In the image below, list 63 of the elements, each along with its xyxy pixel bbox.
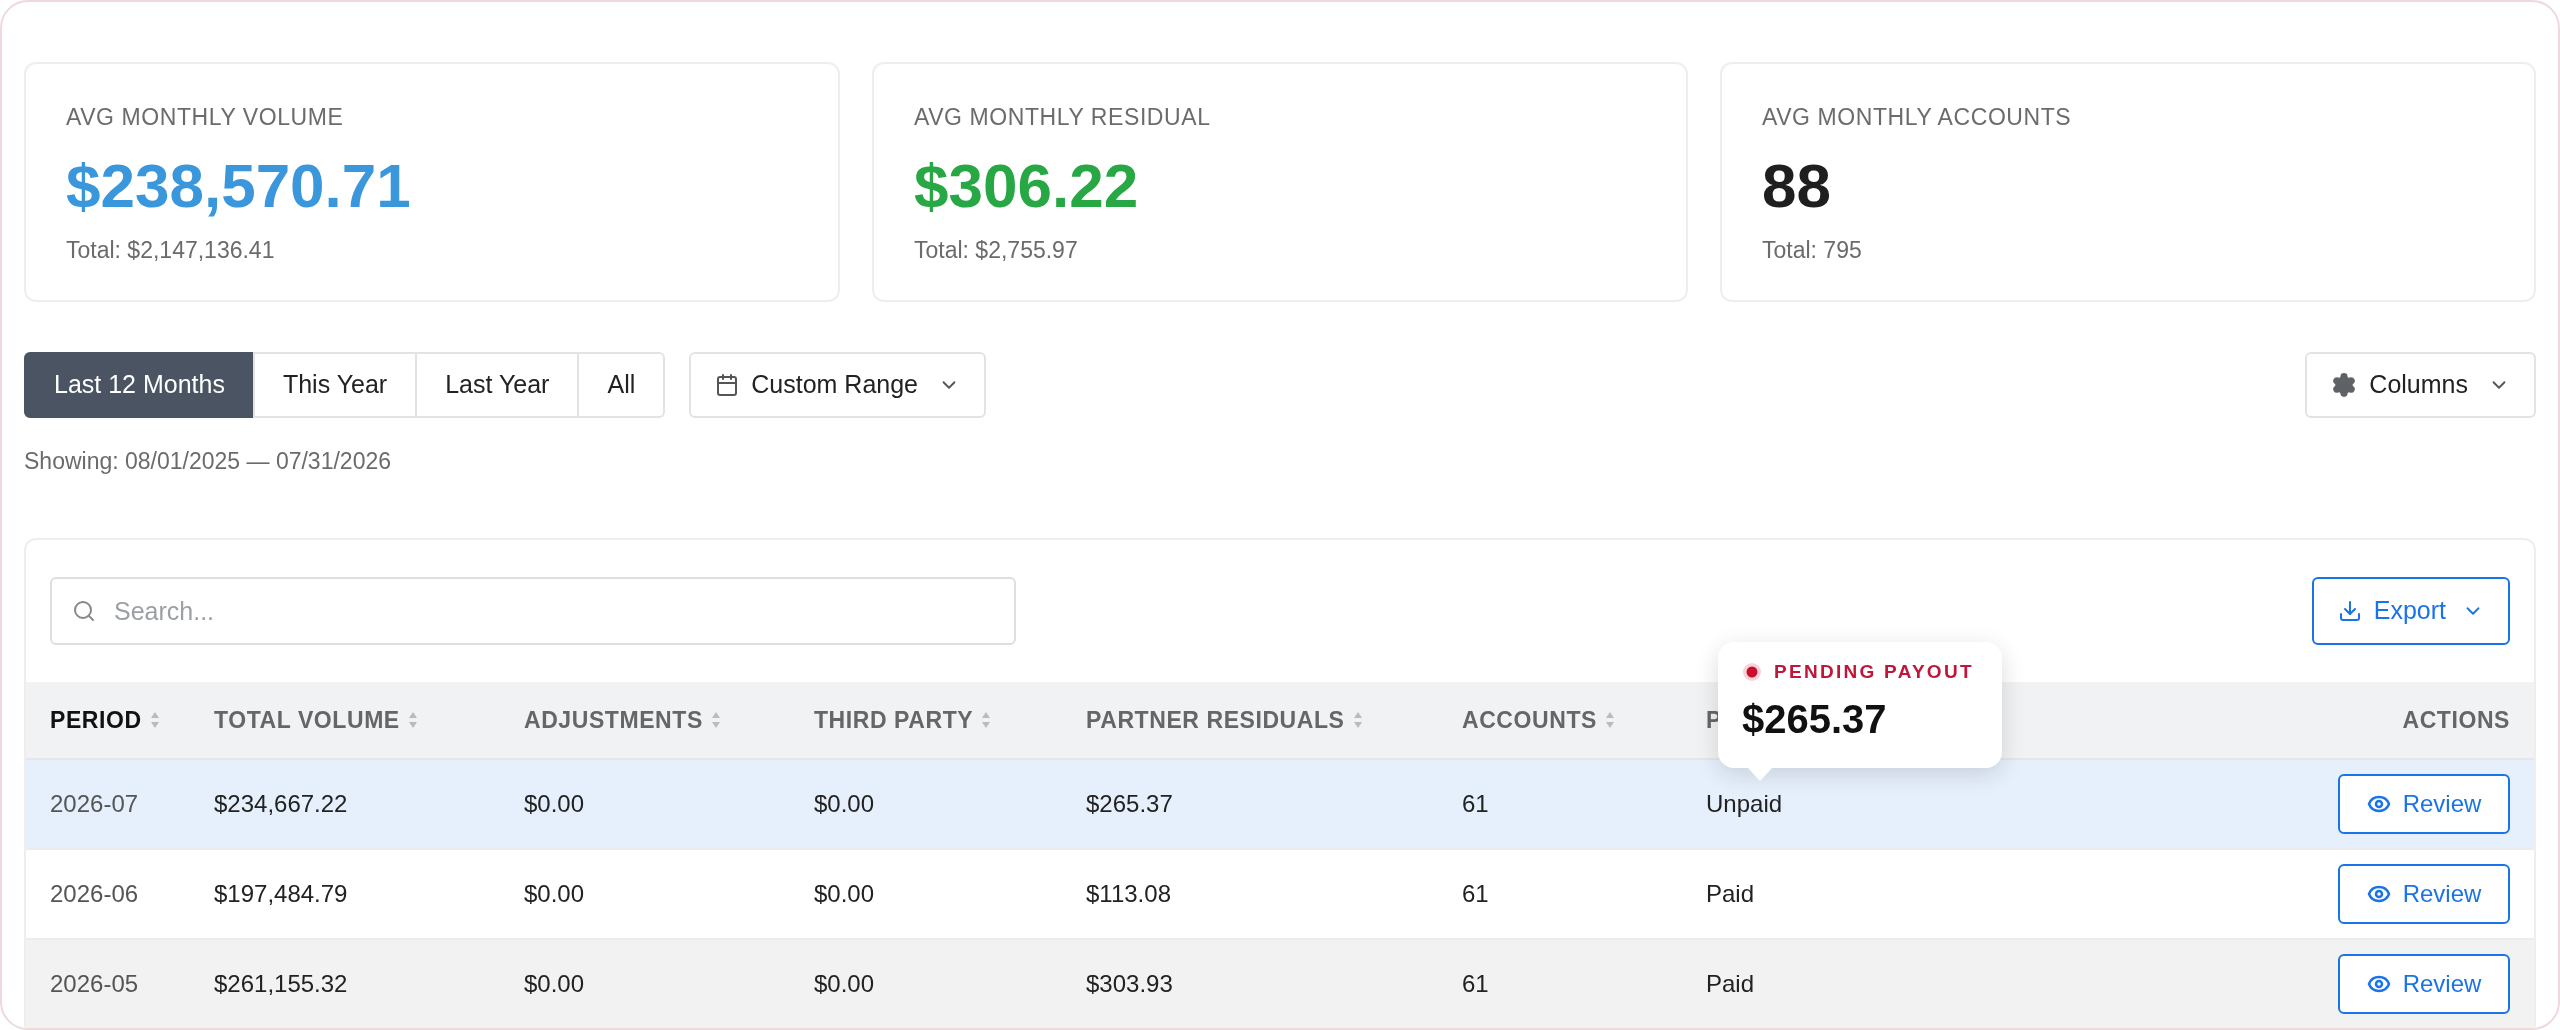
- range-tab[interactable]: All: [577, 352, 666, 418]
- column-header[interactable]: PERIOD: [50, 702, 142, 738]
- sort-icon[interactable]: [1604, 711, 1615, 729]
- table-cell-text: 61: [1462, 969, 1490, 999]
- table-cell-text: $0.00: [524, 789, 586, 819]
- calendar-icon: [715, 373, 740, 397]
- review-button[interactable]: Review: [2338, 864, 2510, 924]
- column-header[interactable]: ADJUSTMENTS: [524, 702, 703, 738]
- stat-label: AVG MONTHLY ACCOUNTS: [1762, 106, 2073, 129]
- table-cell-text: $303.93: [1086, 969, 1174, 999]
- tooltip-amount: $265.37: [1742, 698, 1887, 739]
- table-cell-text: Paid: [1706, 969, 1756, 999]
- stat-value: 88: [1762, 155, 1832, 217]
- table-cell-text: $113.08: [1086, 879, 1172, 909]
- column-header[interactable]: PARTNER RESIDUALS: [1086, 702, 1345, 738]
- column-header[interactable]: ACTIONS: [2402, 702, 2510, 738]
- stat-value: $238,570.71: [66, 155, 412, 217]
- search-field[interactable]: Search...: [50, 577, 1016, 645]
- columns-button[interactable]: Columns: [2305, 352, 2536, 418]
- column-header[interactable]: ACCOUNTS: [1462, 702, 1597, 738]
- sort-icon[interactable]: [1352, 711, 1363, 729]
- range-tab[interactable]: Last Year: [415, 352, 580, 418]
- stat-label: AVG MONTHLY VOLUME: [66, 106, 345, 129]
- sort-icon[interactable]: [407, 711, 418, 729]
- stat-label: AVG MONTHLY RESIDUAL: [914, 106, 1212, 129]
- stat-value: $306.22: [914, 155, 1140, 217]
- table-cell-text: Paid: [1706, 879, 1756, 909]
- range-tab[interactable]: Last 12 Months: [24, 352, 255, 418]
- review-button[interactable]: Review: [2338, 954, 2510, 1014]
- table-cell-text: $0.00: [524, 969, 586, 999]
- table-cell-text: $197,484.79: [214, 879, 349, 909]
- status-dot-icon: [1742, 662, 1762, 683]
- table-cell-text: $0.00: [814, 879, 876, 909]
- table-cell-text: $0.00: [814, 789, 876, 819]
- column-header[interactable]: THIRD PARTY: [814, 702, 974, 738]
- column-header[interactable]: TOTAL VOLUME: [214, 702, 400, 738]
- stat-total: Total: $2,755.97: [914, 239, 1079, 262]
- tooltip-label: PENDING PAYOUT: [1774, 660, 1974, 684]
- table-cell-text: 2026-07: [50, 789, 140, 819]
- table-row[interactable]: 2026-05 $261,155.32 $0.00 $0.00 $303.93 61 Paid Review: [26, 940, 2534, 1028]
- table-cell-text: 61: [1462, 879, 1490, 909]
- table-cell-text: $0.00: [524, 879, 586, 909]
- date-range-text: Showing: 08/01/2025 — 07/31/2026: [24, 450, 391, 473]
- table-cell-text: 61: [1462, 789, 1490, 819]
- table-cell-text: 2026-05: [50, 969, 140, 999]
- table-cell-text: $234,667.22: [214, 789, 349, 819]
- sort-icon[interactable]: [981, 711, 992, 729]
- stat-total: Total: 795: [1762, 239, 1863, 262]
- table-cell-text: 2026-06: [50, 879, 140, 909]
- table-cell-text: $261,155.32: [214, 969, 349, 999]
- download-icon: [2337, 599, 2362, 623]
- stat-total: Total: $2,147,136.41: [66, 239, 276, 262]
- table-cell-text: Unpaid: [1706, 789, 1784, 819]
- range-tab[interactable]: This Year: [252, 352, 418, 418]
- sort-icon[interactable]: [149, 711, 160, 729]
- custom-range-button[interactable]: Custom Range: [689, 352, 986, 418]
- sort-icon[interactable]: [710, 711, 721, 729]
- review-button[interactable]: Review: [2338, 774, 2510, 834]
- table-cell-text: $0.00: [814, 969, 876, 999]
- export-button[interactable]: Export: [2311, 577, 2510, 645]
- table-cell-text: $265.37: [1086, 789, 1174, 819]
- table-row[interactable]: 2026-07 $234,667.22 $0.00 $0.00 $265.37 61 Unpaid Review: [26, 760, 2534, 850]
- search-icon: [72, 599, 96, 623]
